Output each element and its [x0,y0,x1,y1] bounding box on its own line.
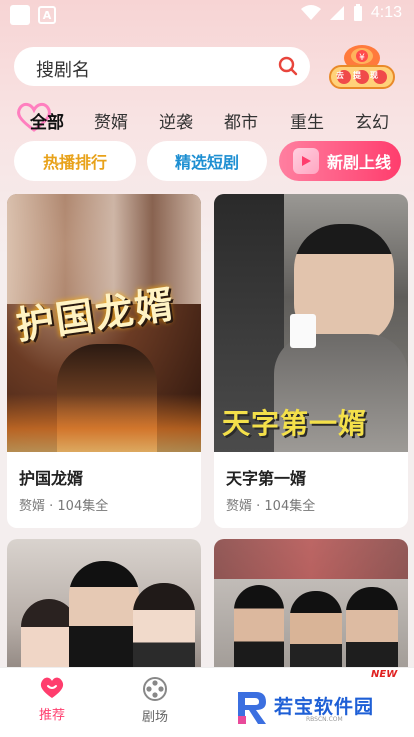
drama-card[interactable]: 护国龙婿 护国龙婿 赘婿 · 104集全 [7,194,201,528]
tab-dushi[interactable]: 都市 [224,108,258,133]
drama-meta: 赘婿 · 104集全 [19,499,109,514]
drama-poster: 护国龙婿 [7,194,201,452]
drama-card[interactable] [214,539,408,679]
tab-zhuixu[interactable]: 赘婿 [94,108,128,133]
watermark-logo-icon [238,692,266,724]
reward-label: 去提现 [336,71,387,80]
heart-chat-icon [40,677,64,698]
search-icon[interactable] [278,56,298,76]
drama-meta: 赘婿 · 104集全 [226,499,316,514]
curated-shorts-button[interactable]: 精选短剧 [147,141,267,181]
status-bar: A 4:13 [0,0,414,30]
withdraw-reward-button[interactable]: ¥ 去提现 [324,40,400,92]
tab-xuanhuan[interactable]: 玄幻 [355,108,389,133]
drama-poster [214,539,408,679]
nav-theater-label: 剧场 [141,710,168,725]
drama-poster: 天字第一婿 [214,194,408,452]
status-time: 4:13 [370,4,402,21]
drama-card[interactable] [7,539,201,679]
search-placeholder: 搜剧名 [36,60,90,81]
new-releases-label: 新剧上线 [327,153,392,172]
wifi-icon [300,5,321,20]
watermark-sub: RBSCN.COM [306,716,343,723]
category-tabs: 全部 赘婿 逆袭 都市 重生 玄幻 [0,102,414,136]
hot-ranking-label: 热播排行 [42,153,107,172]
curated-shorts-label: 精选短剧 [174,153,239,172]
tab-nixi[interactable]: 逆袭 [159,108,193,133]
nav-recommend-label: 推荐 [38,708,65,723]
tab-chongsheng[interactable]: 重生 [290,108,324,133]
svg-text:¥: ¥ [359,53,365,63]
money-bag-icon: ¥ [329,45,395,89]
nav-theater[interactable]: 剧场 [125,676,185,725]
play-icon [293,148,319,174]
nav-recommend[interactable]: 推荐 [22,676,82,723]
search-input[interactable]: 搜剧名 [14,47,310,86]
new-releases-button[interactable]: 新剧上线 [279,141,401,181]
film-reel-icon [143,677,167,701]
drama-title: 天字第一婿 [226,469,307,488]
tab-all[interactable]: 全部 [30,108,64,133]
poster-title: 天字第一婿 [222,407,368,440]
battery-icon [353,4,362,21]
watermark-text: 若宝软件园 [274,696,375,718]
watermark: 若宝软件园 RBSCN.COM [230,688,404,730]
new-tag-badge: NEW [371,669,398,680]
notification-square-icon [10,5,30,25]
drama-card[interactable]: 天字第一婿 天字第一婿 赘婿 · 104集全 [214,194,408,528]
drama-poster [7,539,201,679]
drama-title: 护国龙婿 [19,469,84,488]
signal-icon [329,6,344,20]
app-a-icon: A [38,6,56,24]
hot-ranking-button[interactable]: 热播排行 [14,141,136,181]
